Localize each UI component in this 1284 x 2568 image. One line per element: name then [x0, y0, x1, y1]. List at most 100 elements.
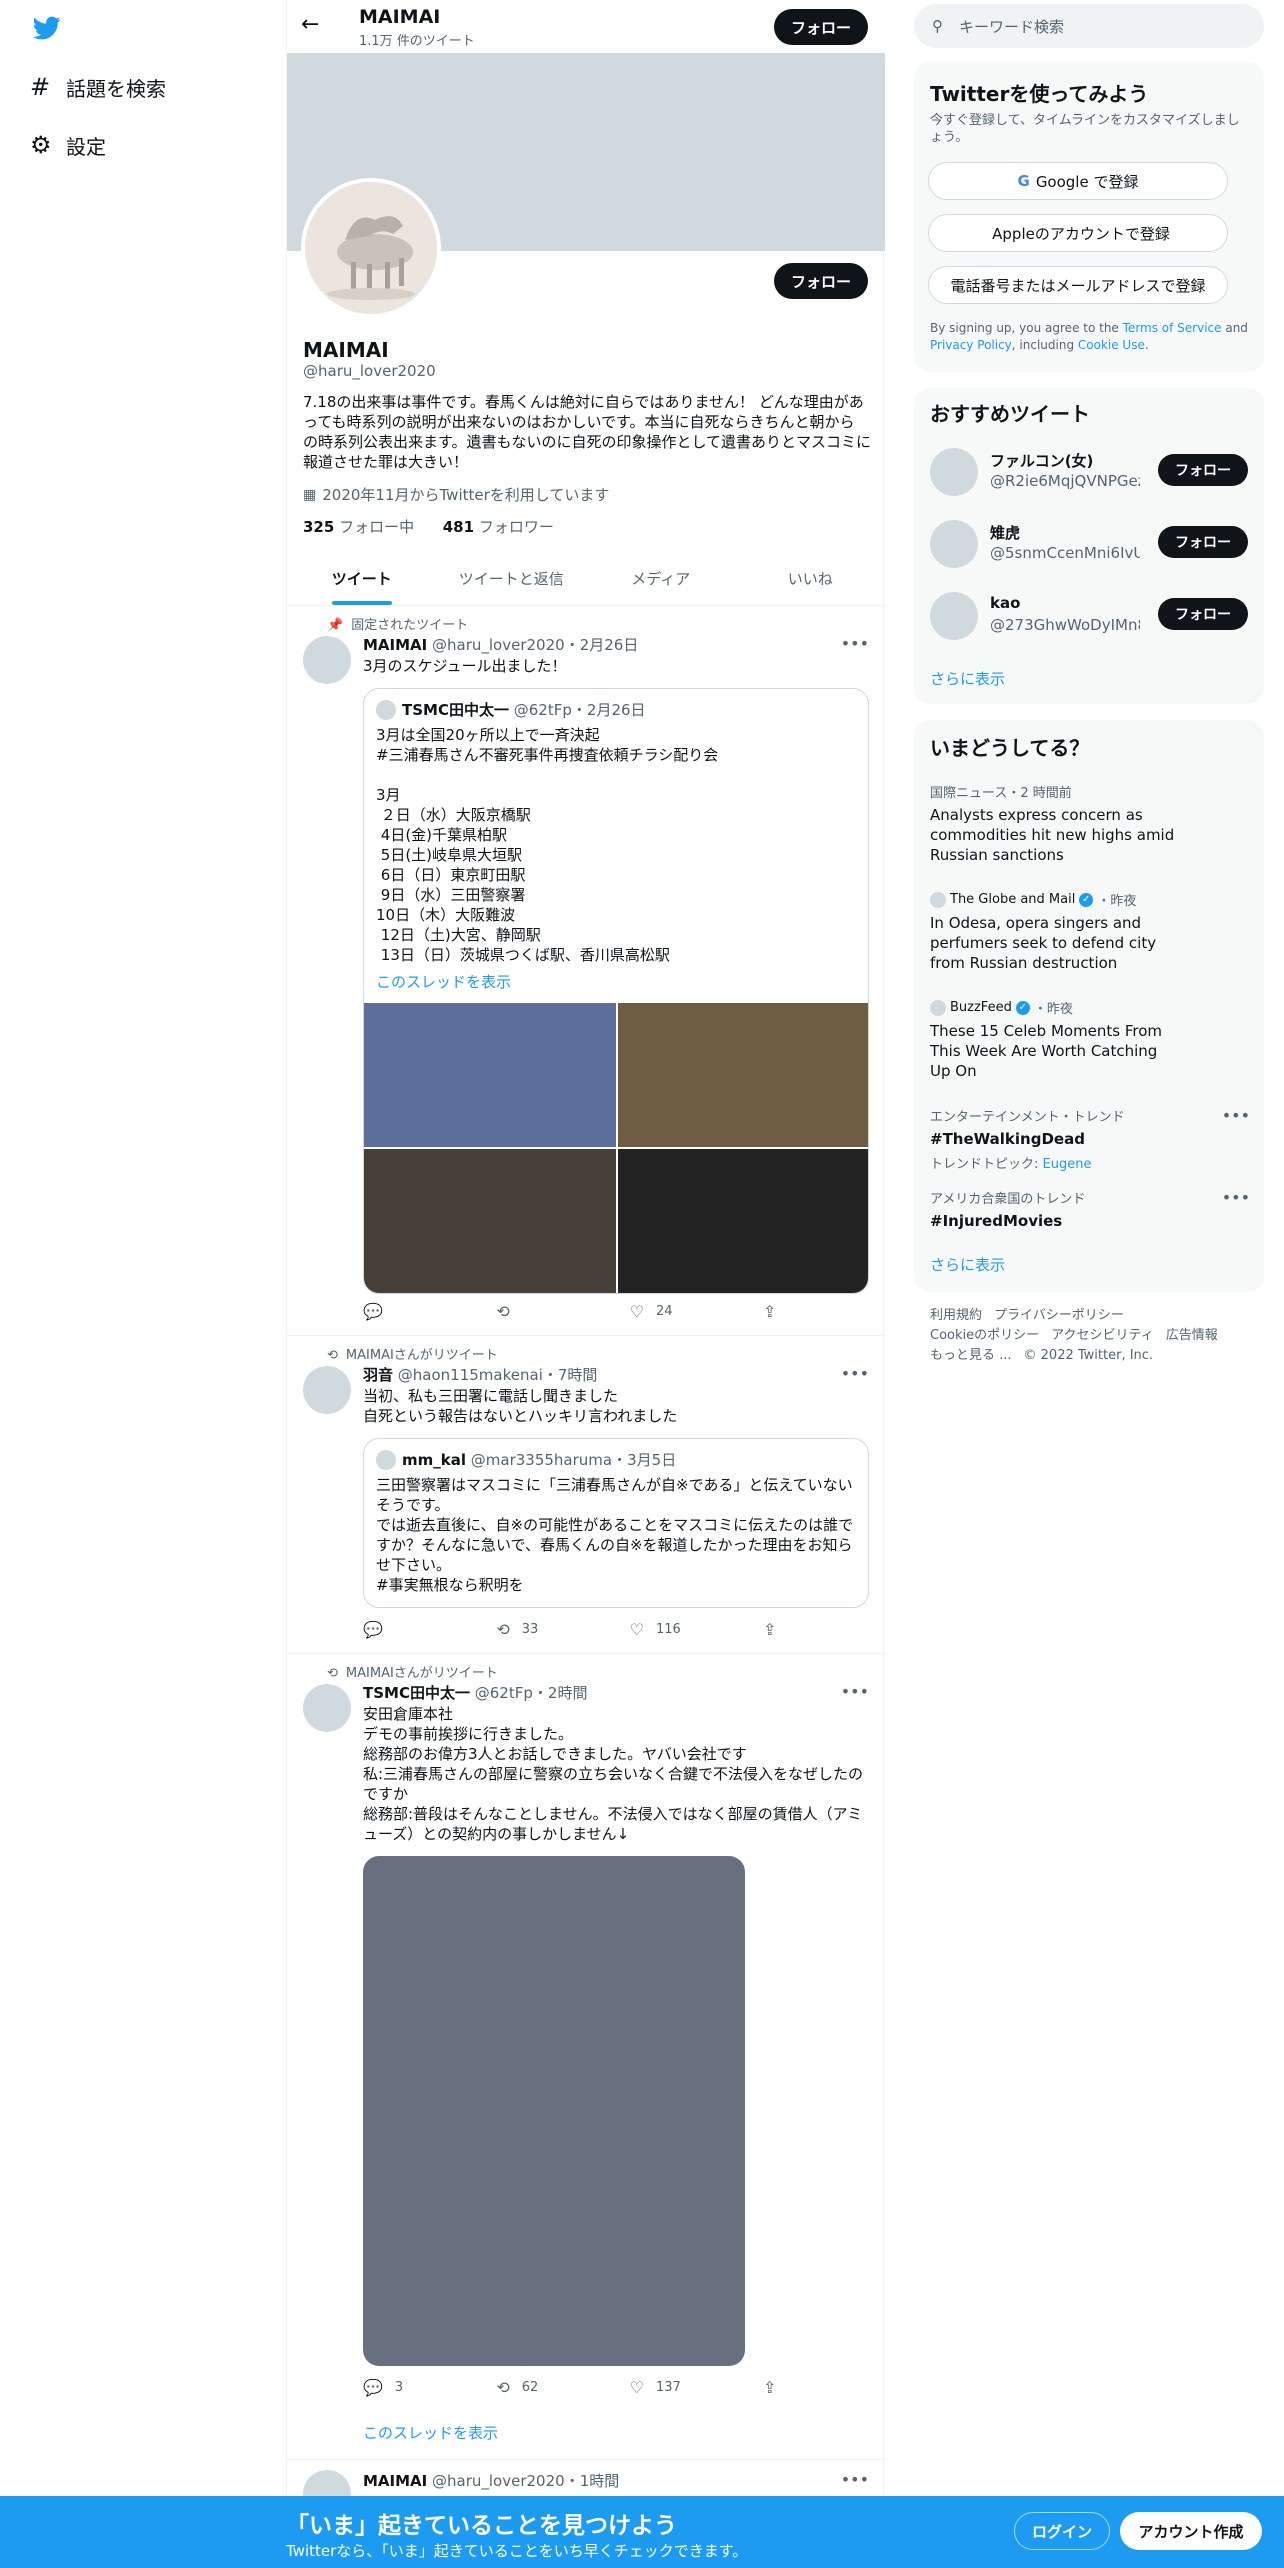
more-icon[interactable]: •••: [1222, 1106, 1250, 1125]
gear-icon: ⚙: [30, 131, 52, 159]
quote-header: mm_kal @mar3355haruma ・ 3月5日: [376, 1449, 676, 1470]
following-link[interactable]: 325 フォロー中: [303, 518, 414, 536]
nav-settings[interactable]: ⚙ 設定: [30, 125, 106, 165]
avatar[interactable]: [303, 1366, 351, 1414]
tweet-time[interactable]: 7時間: [558, 1366, 598, 1384]
author-name[interactable]: MAIMAI: [363, 636, 427, 654]
avatar[interactable]: [930, 520, 978, 568]
retweet-button[interactable]: ⟲: [496, 1302, 596, 1321]
retweet-button[interactable]: ⟲ 62: [496, 2378, 596, 2397]
like-button[interactable]: ♡ 137: [630, 2378, 730, 2397]
trend-item[interactable]: BuzzFeed ✓ ・昨夜 These 15 Celeb Moments From…: [930, 998, 1250, 1081]
author-name[interactable]: 羽音: [363, 1366, 393, 1384]
footer-link[interactable]: プライバシーポリシー: [994, 1308, 1124, 1323]
trend-item[interactable]: エンターテインメント・トレンド #TheWalkingDead トレンドトピック…: [930, 1106, 1250, 1172]
author-name[interactable]: MAIMAI: [363, 2472, 427, 2490]
footer-link[interactable]: アクセシビリティ: [1051, 1328, 1154, 1343]
tweet-pinned[interactable]: 📌 固定されたツイート MAIMAI @haru_lover2020・2月26日 …: [287, 606, 885, 1336]
nav-explore[interactable]: # 話題を検索: [30, 67, 166, 107]
media-image[interactable]: [618, 1149, 868, 1293]
footer-link[interactable]: Cookieのポリシー: [930, 1328, 1039, 1343]
recommend-more-link[interactable]: さらに表示: [930, 668, 1005, 689]
tab-tweets[interactable]: ツイート: [287, 554, 437, 605]
share-button[interactable]: ⇪: [763, 1302, 793, 1321]
like-button[interactable]: ♡ 116: [630, 1620, 730, 1639]
search-box[interactable]: ⚲ キーワード検索: [914, 4, 1264, 48]
recommend-user[interactable]: 雉虎 @5snmCcenMni6IvU フォロー: [914, 508, 1264, 580]
trend-item[interactable]: アメリカ合衆国のトレンド #InjuredMovies •••: [930, 1188, 1250, 1231]
more-icon[interactable]: •••: [841, 634, 869, 653]
search-input[interactable]: キーワード検索: [959, 16, 1064, 37]
trends-more-link[interactable]: さらに表示: [930, 1254, 1005, 1275]
media-image[interactable]: [364, 1149, 616, 1293]
author-name[interactable]: TSMC田中太一: [363, 1684, 470, 1702]
retweet-icon: ⟲: [327, 1348, 338, 1363]
source-avatar: [930, 999, 946, 1016]
more-icon[interactable]: •••: [841, 2470, 869, 2489]
profile-follow-button[interactable]: フォロー: [774, 263, 868, 299]
author-handle[interactable]: @haon115makenai: [398, 1366, 543, 1384]
show-thread-link[interactable]: このスレッドを表示: [363, 2422, 498, 2443]
profile-avatar[interactable]: [301, 178, 441, 318]
follow-button[interactable]: フォロー: [1158, 526, 1248, 558]
like-button[interactable]: ♡ 24: [630, 1302, 730, 1321]
author-handle[interactable]: @haru_lover2020: [432, 636, 565, 654]
reply-button[interactable]: 💬 3: [363, 2378, 463, 2397]
header-follow-button[interactable]: フォロー: [774, 9, 868, 45]
signup-button[interactable]: アカウント作成: [1120, 2512, 1262, 2550]
avatar[interactable]: [303, 1684, 351, 1732]
media-image[interactable]: [363, 1856, 745, 2366]
media-grid[interactable]: [364, 1003, 868, 1293]
follow-button[interactable]: フォロー: [1158, 598, 1248, 630]
more-icon[interactable]: •••: [1222, 1188, 1250, 1207]
avatar[interactable]: [930, 592, 978, 640]
reply-button[interactable]: 💬: [363, 1620, 463, 1639]
trend-meta: The Globe and Mail ✓ ・昨夜: [930, 890, 1250, 909]
cookie-link[interactable]: Cookie Use: [1078, 338, 1145, 352]
retweet-icon: ⟲: [327, 1666, 338, 1681]
terms-link[interactable]: Terms of Service: [1123, 321, 1222, 335]
recommend-user[interactable]: ファルコン(女) @R2ie6MqjQVNPGez フォロー: [914, 436, 1264, 508]
tweet-retweet[interactable]: ⟲ MAIMAIさんがリツイート 羽音 @haon115makenai・7時間 •…: [287, 1336, 885, 1654]
tab-media[interactable]: メディア: [586, 554, 736, 605]
trend-item[interactable]: The Globe and Mail ✓ ・昨夜 In Odesa, opera s…: [930, 890, 1250, 973]
media-image[interactable]: [618, 1003, 868, 1147]
show-thread-link[interactable]: このスレッドを表示: [376, 971, 511, 992]
media-image[interactable]: [364, 1003, 616, 1147]
tweet-time[interactable]: 2時間: [548, 1684, 588, 1702]
back-arrow-icon[interactable]: ←: [301, 12, 319, 37]
trend-title: Analysts express concern as commodities …: [930, 806, 1175, 864]
recommend-user[interactable]: kao @273GhwWoDyIMn8i フォロー: [914, 580, 1264, 652]
tab-tweets-replies[interactable]: ツイートと返信: [437, 554, 587, 605]
more-icon[interactable]: •••: [841, 1364, 869, 1383]
quoted-tweet[interactable]: TSMC田中太一 @62tFp ・ 2月26日 3月は全国20ヶ所以上で一斉決起 #…: [363, 688, 869, 1294]
footer-link[interactable]: 利用規約: [930, 1308, 982, 1323]
author-handle[interactable]: @62tFp: [475, 1684, 533, 1702]
retweet-button[interactable]: ⟲ 33: [496, 1620, 596, 1639]
share-button[interactable]: ⇪: [763, 2378, 793, 2397]
footer-link[interactable]: 広告情報: [1166, 1328, 1218, 1343]
tweet-time[interactable]: 2月26日: [580, 636, 639, 654]
tweet-retweet[interactable]: ⟲ MAIMAIさんがリツイート TSMC田中太一 @62tFp・2時間 ••• …: [287, 1654, 885, 2460]
author-handle[interactable]: @haru_lover2020: [432, 2472, 565, 2490]
privacy-link[interactable]: Privacy Policy: [930, 338, 1012, 352]
twitter-logo-icon[interactable]: [31, 14, 63, 42]
google-signup-button[interactable]: G Google で登録: [928, 162, 1228, 200]
more-icon[interactable]: •••: [841, 1682, 869, 1701]
followers-link[interactable]: 481 フォロワー: [443, 518, 554, 536]
phone-email-signup-button[interactable]: 電話番号またはメールアドレスで登録: [928, 266, 1228, 304]
footer-more[interactable]: もっと見る ...: [930, 1348, 1012, 1363]
share-button[interactable]: ⇪: [763, 1620, 793, 1639]
tab-likes[interactable]: いいね: [736, 554, 886, 605]
apple-signup-button[interactable]: Appleのアカウントで登録: [928, 214, 1228, 252]
trend-meta: BuzzFeed ✓ ・昨夜: [930, 998, 1250, 1017]
tweet-time[interactable]: 1時間: [580, 2472, 620, 2490]
reply-button[interactable]: 💬: [363, 1302, 463, 1321]
login-button[interactable]: ログイン: [1014, 2512, 1110, 2550]
quoted-tweet[interactable]: mm_kal @mar3355haruma ・ 3月5日 三田警察署はマスコミに「三…: [363, 1438, 869, 1608]
follow-button[interactable]: フォロー: [1158, 454, 1248, 486]
avatar[interactable]: [303, 636, 351, 684]
avatar[interactable]: [930, 448, 978, 496]
trend-item[interactable]: 国際ニュース・2 時間前 Analysts express concern as…: [930, 782, 1250, 865]
trend-topic-link[interactable]: Eugene: [1043, 1157, 1092, 1172]
